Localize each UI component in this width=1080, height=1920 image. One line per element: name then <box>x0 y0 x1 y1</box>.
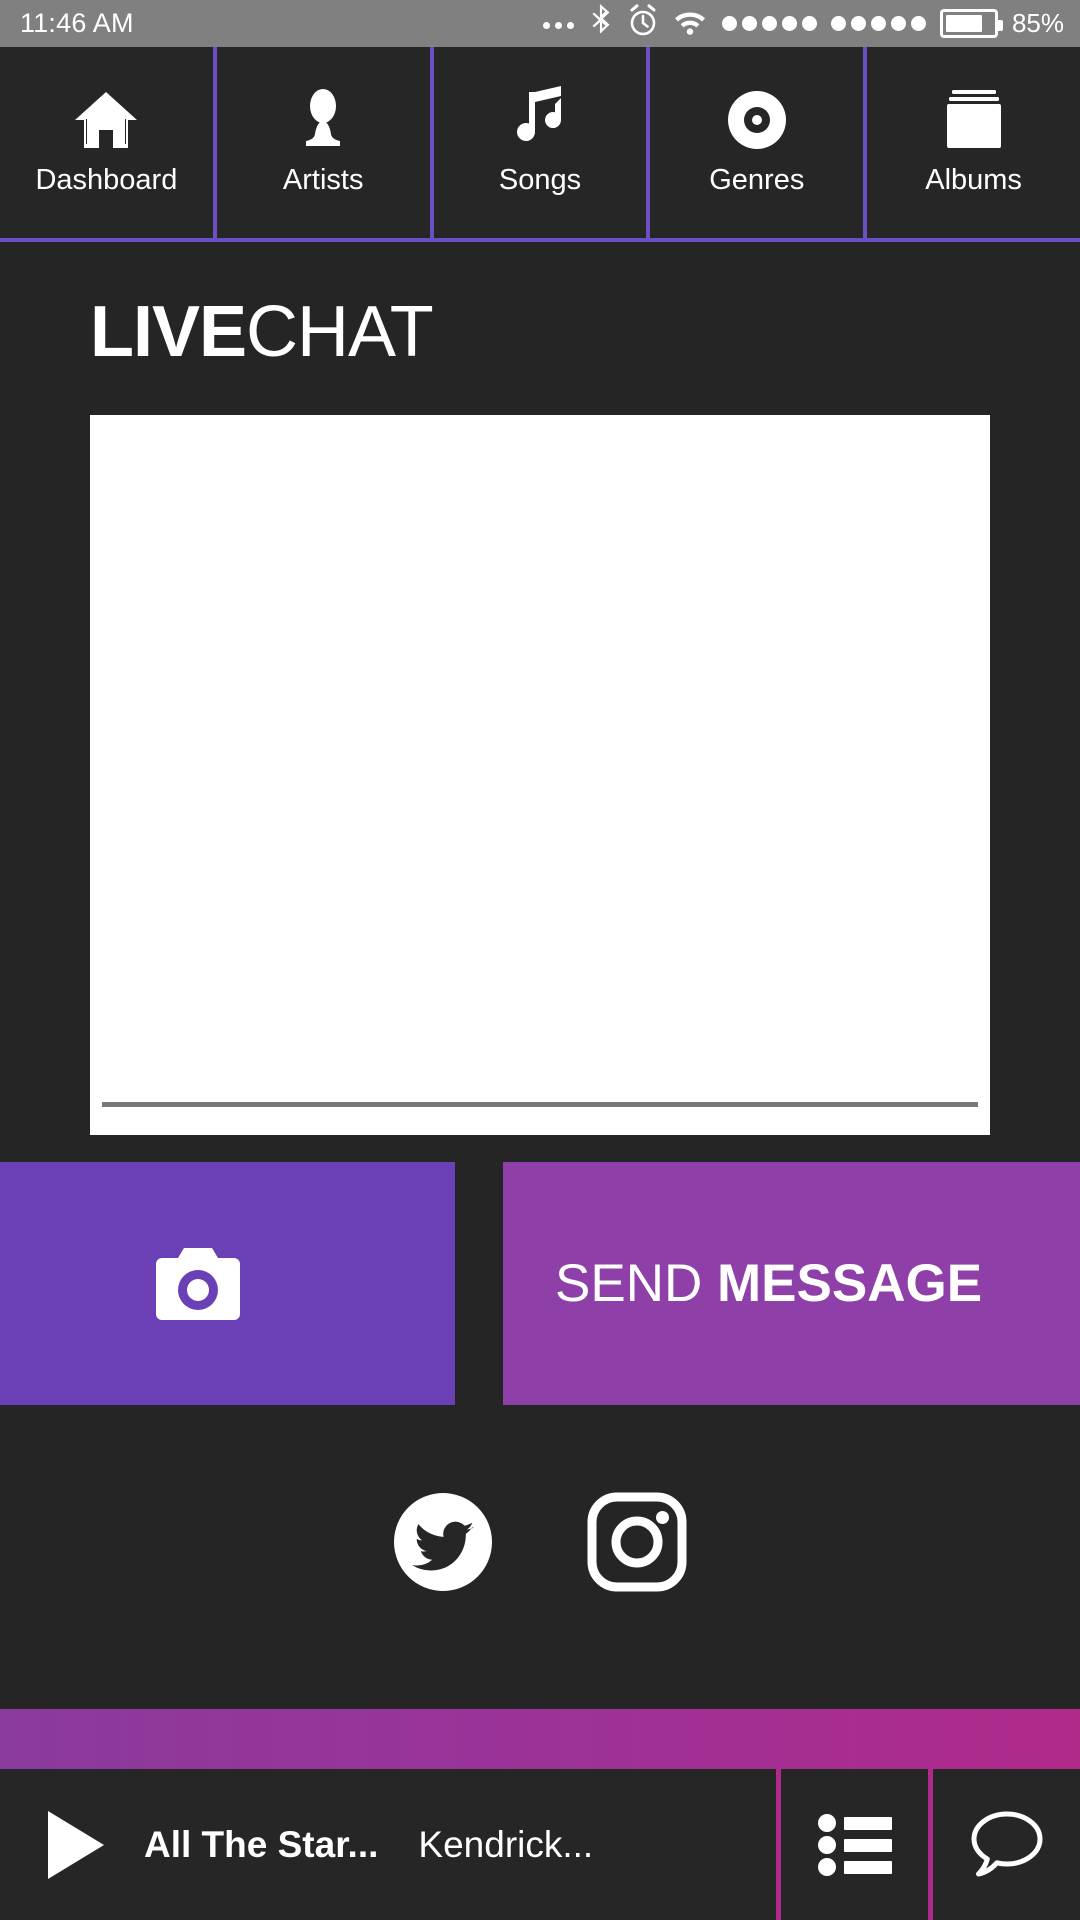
social-links <box>0 1449 1080 1639</box>
gradient-divider <box>0 1709 1080 1769</box>
track-title: All The Star... <box>144 1823 379 1865</box>
tab-dashboard-label: Dashboard <box>35 164 178 196</box>
tab-songs-label: Songs <box>498 164 582 196</box>
message-word: MESSAGE <box>717 1254 983 1313</box>
person-icon <box>298 88 348 150</box>
tab-artists-label: Artists <box>282 164 364 196</box>
signal-sim2-icon <box>830 16 926 31</box>
signal-sim1-icon <box>721 16 817 31</box>
send-word: SEND <box>555 1254 703 1313</box>
tab-dashboard[interactable]: Dashboard <box>0 47 213 238</box>
camera-icon <box>154 1246 242 1322</box>
tab-albums-label: Albums <box>925 164 1022 196</box>
tab-artists[interactable]: Artists <box>212 47 430 238</box>
albums-icon <box>942 88 1006 150</box>
message-input[interactable] <box>90 415 990 1135</box>
chat-button[interactable] <box>928 1769 1080 1920</box>
page-title: LIVECHAT <box>90 291 434 373</box>
player-now-playing[interactable]: All The Star... Kendrick... <box>0 1769 776 1920</box>
twitter-icon[interactable] <box>392 1491 494 1598</box>
action-buttons: SEND MESSAGE <box>0 1162 1080 1405</box>
battery-icon <box>939 9 1003 38</box>
bluetooth-icon <box>588 4 614 43</box>
track-artist: Kendrick... <box>418 1823 594 1865</box>
playlist-button[interactable] <box>776 1769 928 1920</box>
status-icons: 85% <box>542 4 1064 43</box>
wifi-icon <box>672 6 708 41</box>
play-icon[interactable] <box>48 1810 104 1879</box>
page-title-regular: CHAT <box>246 292 434 372</box>
tab-songs[interactable]: Songs <box>429 47 647 238</box>
vinyl-record-icon <box>727 88 787 150</box>
chat-bubble-icon <box>969 1809 1045 1881</box>
battery-percent: 85% <box>1011 8 1064 38</box>
tab-genres[interactable]: Genres <box>646 47 863 238</box>
main-content: LIVECHAT SEND MESSAGE All The Star... Ke… <box>0 246 1080 1920</box>
status-time: 11:46 AM <box>20 8 134 38</box>
camera-button[interactable] <box>0 1162 455 1405</box>
tab-bar: Dashboard Artists Songs Genres Albums <box>0 47 1080 242</box>
send-message-label: SEND MESSAGE <box>555 1253 982 1314</box>
player-bar: All The Star... Kendrick... <box>0 1769 1080 1920</box>
playlist-icon <box>817 1813 892 1876</box>
home-icon <box>73 88 139 150</box>
tab-genres-label: Genres <box>709 164 805 196</box>
tab-albums[interactable]: Albums <box>863 47 1080 238</box>
music-note-icon <box>511 86 569 150</box>
instagram-icon[interactable] <box>586 1491 688 1598</box>
send-message-button[interactable]: SEND MESSAGE <box>503 1162 1080 1405</box>
status-bar: 11:46 AM 85% <box>0 0 1080 47</box>
more-dots-icon <box>542 22 574 29</box>
message-input-rule <box>102 1102 978 1107</box>
alarm-icon <box>628 4 658 43</box>
page-title-bold: LIVE <box>90 292 247 372</box>
